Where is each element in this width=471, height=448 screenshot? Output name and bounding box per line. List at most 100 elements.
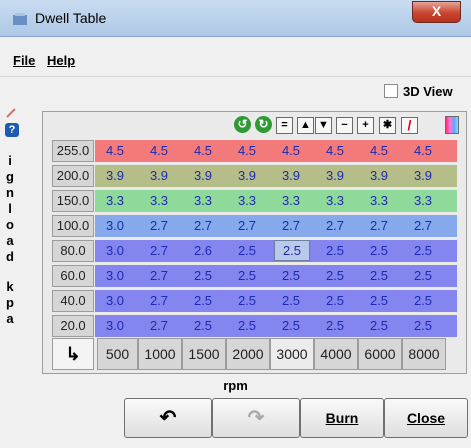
table-cell[interactable]: 3.9	[97, 165, 133, 186]
view3d-toggle[interactable]: 3D View	[384, 84, 453, 99]
table-cell[interactable]: 2.5	[226, 315, 268, 336]
table-cell[interactable]: 2.7	[314, 215, 356, 236]
table-cell[interactable]: 2.5	[314, 315, 356, 336]
increase-button[interactable]: ▲	[297, 117, 314, 134]
y-axis-label[interactable]: 80.0	[52, 240, 94, 262]
table-cell[interactable]: 2.7	[182, 215, 224, 236]
table-cell[interactable]: 3.0	[97, 240, 133, 261]
y-axis-label[interactable]: 200.0	[52, 165, 94, 187]
table-cell[interactable]: 3.9	[182, 165, 224, 186]
rotate-up-icon[interactable]: ↺	[234, 116, 251, 133]
table-cell[interactable]: 2.5	[226, 265, 268, 286]
table-cell[interactable]: 3.3	[138, 190, 180, 211]
equals-button[interactable]: =	[276, 117, 293, 134]
table-cell[interactable]: 4.5	[402, 140, 444, 161]
table-cell[interactable]: 2.5	[402, 315, 444, 336]
y-axis-label[interactable]: 20.0	[52, 315, 94, 337]
table-cell[interactable]: 3.9	[358, 165, 400, 186]
table-cell[interactable]: 4.5	[358, 140, 400, 161]
table-cell[interactable]: 3.0	[97, 315, 133, 336]
color-scale-icon[interactable]	[445, 116, 459, 134]
x-axis-label[interactable]: 500	[97, 338, 138, 370]
table-cell[interactable]: 3.3	[402, 190, 444, 211]
x-axis-label[interactable]: 4000	[314, 338, 358, 370]
table-cell[interactable]: 2.7	[138, 315, 180, 336]
x-axis-label[interactable]: 6000	[358, 338, 402, 370]
table-cell[interactable]: 3.9	[402, 165, 444, 186]
table-cell[interactable]: 2.5	[270, 265, 312, 286]
table-cell[interactable]: 3.3	[270, 190, 312, 211]
burn-button[interactable]: Burn	[300, 398, 384, 438]
table-cell[interactable]: 2.7	[138, 240, 180, 261]
decrease-button[interactable]: ▼	[315, 117, 332, 134]
x-axis-label[interactable]: 2000	[226, 338, 270, 370]
table-cell[interactable]: 2.5	[270, 315, 312, 336]
table-cell[interactable]: 4.5	[226, 140, 268, 161]
table-cell[interactable]: 2.7	[138, 215, 180, 236]
y-axis-label[interactable]: 100.0	[52, 215, 94, 237]
table-cell[interactable]: 3.9	[314, 165, 356, 186]
close-button[interactable]: Close	[384, 398, 468, 438]
undo-button[interactable]: ↶	[124, 398, 212, 438]
table-cell[interactable]: 2.5	[314, 265, 356, 286]
table-cell[interactable]: 2.6	[182, 240, 224, 261]
table-cell[interactable]: 4.5	[270, 140, 312, 161]
table-cell[interactable]: 2.7	[402, 215, 444, 236]
x-axis-label[interactable]: 3000	[270, 338, 314, 370]
pen-color-icon[interactable]: /	[401, 117, 418, 134]
table-cell[interactable]: 2.5	[182, 315, 224, 336]
view3d-checkbox[interactable]	[384, 84, 398, 98]
table-cell[interactable]: 3.3	[182, 190, 224, 211]
table-cell[interactable]: 2.5	[358, 315, 400, 336]
table-cell[interactable]: 2.7	[270, 215, 312, 236]
table-cell[interactable]: 3.9	[226, 165, 268, 186]
table-cell[interactable]: 3.3	[97, 190, 133, 211]
minus-button[interactable]: −	[336, 117, 353, 134]
help-icon[interactable]: ?	[5, 123, 19, 137]
table-cell[interactable]: 4.5	[182, 140, 224, 161]
y-axis-label[interactable]: 255.0	[52, 140, 94, 162]
rotate-down-icon[interactable]: ↻	[255, 116, 272, 133]
axis-swap-corner-icon[interactable]: ↳	[52, 338, 94, 370]
redo-button[interactable]: ↷	[212, 398, 300, 438]
table-cell[interactable]: 2.7	[358, 215, 400, 236]
pencil-icon[interactable]	[5, 107, 17, 119]
menu-help[interactable]: Help	[47, 53, 75, 68]
table-cell[interactable]: 2.5	[314, 240, 356, 261]
table-cell[interactable]: 2.5	[274, 240, 310, 261]
table-cell[interactable]: 2.7	[226, 215, 268, 236]
table-cell[interactable]: 4.5	[138, 140, 180, 161]
table-cell[interactable]: 2.5	[402, 290, 444, 311]
table-cell[interactable]: 2.5	[182, 290, 224, 311]
table-cell[interactable]: 2.7	[138, 265, 180, 286]
table-cell[interactable]: 3.3	[226, 190, 268, 211]
window-close-button[interactable]: X	[412, 1, 461, 23]
y-axis-label[interactable]: 150.0	[52, 190, 94, 212]
table-cell[interactable]: 3.3	[358, 190, 400, 211]
table-cell[interactable]: 2.5	[182, 265, 224, 286]
table-cell[interactable]: 2.5	[314, 290, 356, 311]
table-cell[interactable]: 2.5	[226, 290, 268, 311]
table-cell[interactable]: 3.0	[97, 265, 133, 286]
table-cell[interactable]: 3.0	[97, 215, 133, 236]
table-cell[interactable]: 3.3	[314, 190, 356, 211]
multiply-button[interactable]: ✱	[379, 117, 396, 134]
table-cell[interactable]: 3.0	[97, 290, 133, 311]
x-axis-label[interactable]: 1000	[138, 338, 182, 370]
table-cell[interactable]: 2.7	[138, 290, 180, 311]
table-cell[interactable]: 4.5	[314, 140, 356, 161]
table-cell[interactable]: 3.9	[138, 165, 180, 186]
table-cell[interactable]: 2.5	[358, 265, 400, 286]
table-cell[interactable]: 2.5	[226, 240, 268, 261]
y-axis-label[interactable]: 40.0	[52, 290, 94, 312]
table-cell[interactable]: 2.5	[402, 265, 444, 286]
plus-button[interactable]: +	[357, 117, 374, 134]
x-axis-label[interactable]: 1500	[182, 338, 226, 370]
table-cell[interactable]: 3.9	[270, 165, 312, 186]
table-cell[interactable]: 2.5	[358, 240, 400, 261]
table-cell[interactable]: 2.5	[358, 290, 400, 311]
y-axis-label[interactable]: 60.0	[52, 265, 94, 287]
menu-file[interactable]: File	[13, 53, 35, 68]
table-cell[interactable]: 2.5	[402, 240, 444, 261]
table-cell[interactable]: 4.5	[97, 140, 133, 161]
